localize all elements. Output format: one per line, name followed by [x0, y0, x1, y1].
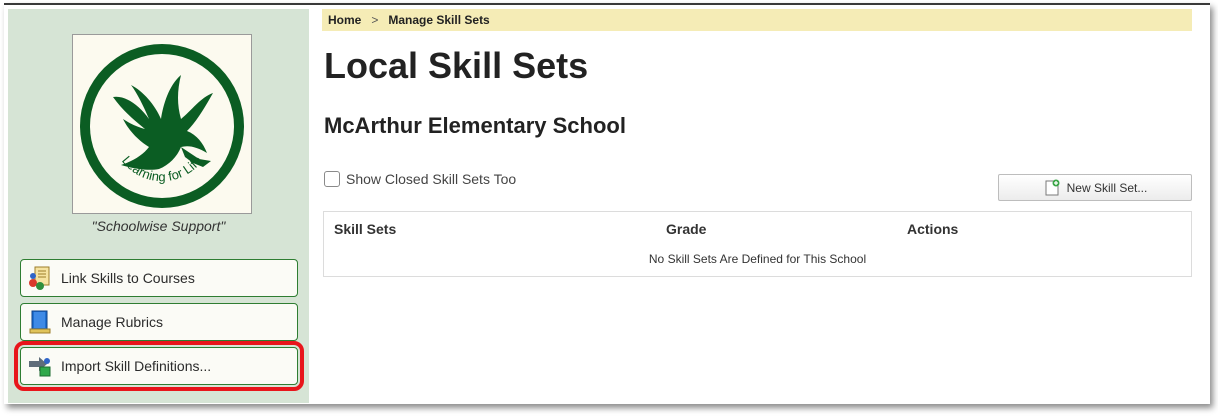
breadcrumb: Home > Manage Skill Sets: [322, 9, 1192, 31]
skill-sets-table: Skill Sets Grade Actions No Skill Sets A…: [323, 211, 1192, 277]
app-window: Learning for Life "Schoolwise Support" L…: [4, 3, 1210, 404]
link-skills-button[interactable]: Link Skills to Courses: [20, 259, 298, 297]
import-skill-definitions-button[interactable]: Import Skill Definitions...: [14, 341, 304, 391]
empty-table-message: No Skill Sets Are Defined for This Schoo…: [648, 252, 867, 266]
breadcrumb-separator: >: [371, 13, 379, 27]
column-header-grade: Grade: [666, 221, 707, 237]
import-skill-definitions-label: Import Skill Definitions...: [61, 358, 212, 374]
page-title: Local Skill Sets: [324, 45, 589, 86]
breadcrumb-home[interactable]: Home: [328, 13, 361, 27]
school-logo: Learning for Life: [72, 34, 252, 214]
sidebar: Learning for Life "Schoolwise Support" L…: [8, 9, 309, 403]
column-header-skill-sets: Skill Sets: [334, 221, 397, 237]
main-content: Home > Manage Skill Sets Local Skill Set…: [322, 9, 1194, 403]
rubric-book-icon: [29, 310, 51, 334]
manage-rubrics-label: Manage Rubrics: [61, 314, 163, 330]
column-header-actions: Actions: [907, 221, 959, 237]
show-closed-checkbox[interactable]: [324, 171, 340, 187]
show-closed-label: Show Closed Skill Sets Too: [346, 171, 517, 187]
show-closed-toggle[interactable]: Show Closed Skill Sets Too: [324, 171, 516, 187]
school-motto: "Schoolwise Support": [91, 218, 226, 234]
manage-rubrics-button[interactable]: Manage Rubrics: [20, 303, 298, 341]
new-skill-set-button[interactable]: New Skill Set...: [998, 174, 1192, 201]
new-document-icon: [1045, 179, 1060, 195]
breadcrumb-current: Manage Skill Sets: [388, 13, 490, 27]
import-icon: [29, 357, 51, 377]
new-skill-set-label: New Skill Set...: [1066, 180, 1148, 195]
school-name: McArthur Elementary School: [324, 113, 626, 138]
link-skills-label: Link Skills to Courses: [61, 270, 195, 286]
link-skills-icon: [29, 266, 50, 290]
